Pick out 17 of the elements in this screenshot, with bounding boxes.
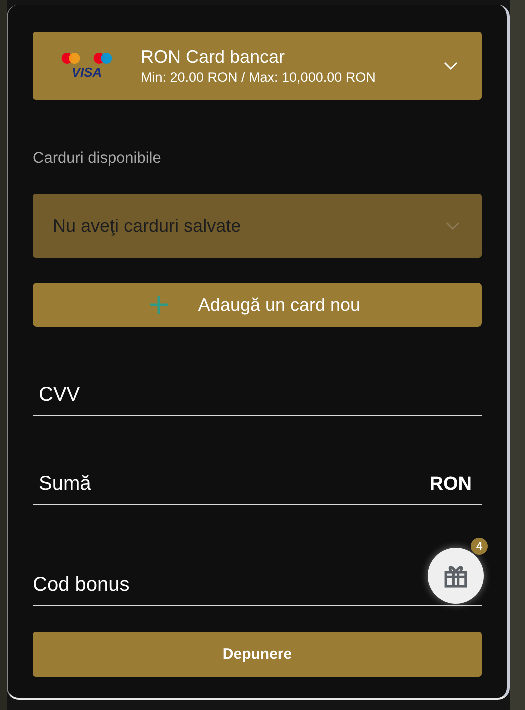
plus-icon bbox=[150, 296, 168, 314]
card-brand-icon bbox=[92, 52, 114, 65]
notification-badge: 4 bbox=[471, 538, 488, 555]
method-limits: Min: 20.00 RON / Max: 10,000.00 RON bbox=[141, 70, 377, 85]
input-field[interactable]: CVV bbox=[33, 384, 482, 415]
gift-button[interactable] bbox=[428, 548, 484, 604]
currency-label: RON bbox=[430, 474, 473, 497]
deposit-button[interactable]: Depunere bbox=[33, 632, 482, 677]
visa-logo: VISA bbox=[72, 66, 102, 80]
card-brand-icon bbox=[60, 52, 82, 65]
add-card-button[interactable]: Adaugă un card nou bbox=[33, 283, 482, 327]
method-title: RON Card bancar bbox=[141, 47, 286, 68]
input-field[interactable]: Cod bonus bbox=[33, 574, 419, 605]
chevron-icon bbox=[446, 222, 460, 230]
payment-method-dropdown[interactable]: VISA RON Card bancar Min: 20.00 RON / Max: 10,000.00 RON bbox=[33, 32, 482, 100]
section-label: Carduri disponibile bbox=[33, 150, 162, 168]
input-field[interactable]: Sumă bbox=[33, 473, 430, 504]
